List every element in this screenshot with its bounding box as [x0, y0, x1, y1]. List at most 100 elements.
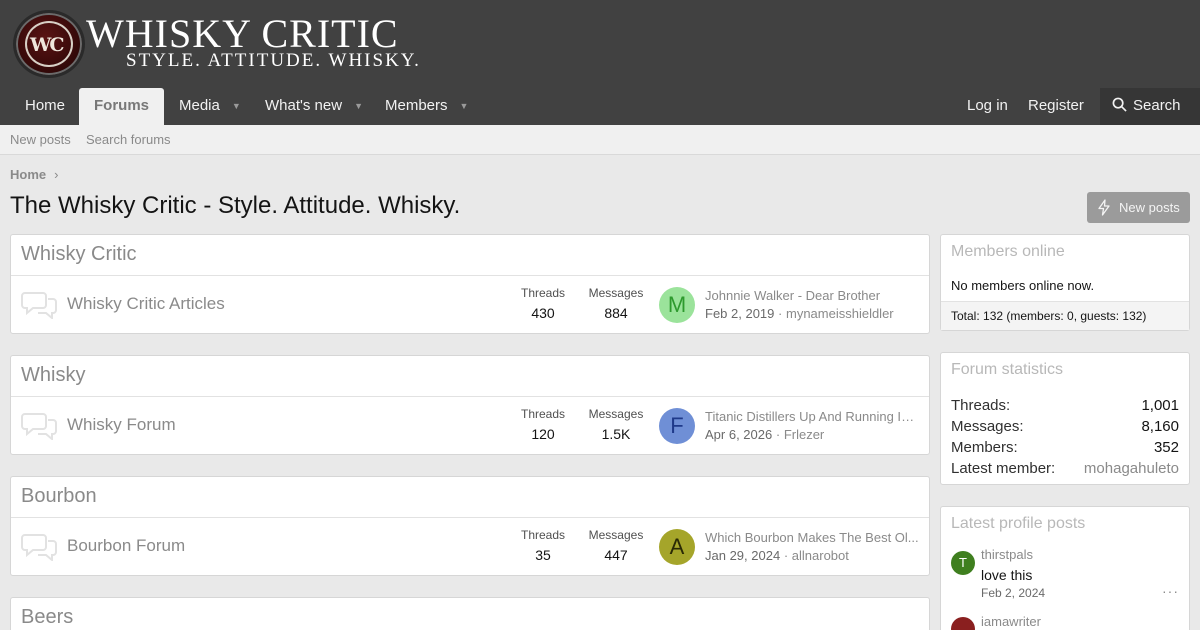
stat-value: 8,160	[1141, 418, 1179, 435]
threads-label: Threads	[520, 407, 566, 421]
threads-count: 35	[535, 547, 551, 563]
category-whisky: Whisky Whisky Forum Threads 120 Messages…	[10, 355, 930, 455]
stat-label: Threads:	[951, 397, 1011, 414]
profile-post-text: love this	[981, 567, 1033, 583]
messages-count: 884	[604, 305, 628, 321]
stat-label: Latest member:	[951, 460, 1056, 477]
chevron-down-icon[interactable]: ▼	[232, 88, 241, 124]
category-header: Whisky	[11, 356, 929, 397]
nav-members[interactable]: Members ▼	[385, 88, 468, 125]
members-online-title[interactable]: Members online	[951, 243, 1065, 261]
chevron-right-icon: ›	[54, 167, 59, 182]
threads-count: 430	[531, 305, 555, 321]
breadcrumb: Home ›	[10, 167, 58, 182]
register-label: Register	[1028, 97, 1084, 114]
subnav-search-forums[interactable]: Search forums	[86, 132, 171, 147]
search-button[interactable]: Search	[1100, 88, 1200, 125]
nav-media[interactable]: Media ▼	[179, 88, 241, 125]
avatar[interactable]: M	[659, 287, 695, 323]
stat-label: Messages:	[951, 418, 1024, 435]
messages-count: 447	[604, 547, 628, 563]
logo-monogram: WC	[30, 34, 64, 56]
stat-value: 1,001	[1141, 397, 1179, 414]
meta-separator: ·	[783, 548, 789, 563]
profile-posts-title[interactable]: Latest profile posts	[951, 515, 1085, 533]
bolt-icon	[1098, 199, 1110, 216]
messages-label: Messages	[588, 407, 644, 421]
chevron-down-icon[interactable]: ▼	[460, 88, 469, 124]
last-post-user[interactable]: allnarobot	[792, 548, 849, 563]
profile-post-user[interactable]: iamawriter	[981, 614, 1041, 629]
logo-badge[interactable]: WC	[13, 10, 85, 78]
profile-post-date[interactable]: Feb 2, 2024	[981, 586, 1045, 600]
meta-separator: ·	[775, 427, 781, 442]
last-post-date[interactable]: Jan 29, 2024	[705, 548, 780, 563]
last-post-title[interactable]: Which Bourbon Makes The Best Ol...	[705, 530, 921, 545]
category-bourbon: Bourbon Bourbon Forum Threads 35 Message…	[10, 476, 930, 576]
last-post-meta: Feb 2, 2019 · mynameisshieldler	[705, 306, 894, 321]
chevron-down-icon[interactable]: ▼	[354, 88, 363, 124]
login-label: Log in	[967, 97, 1008, 114]
category-beers: Beers	[10, 597, 930, 630]
last-post-meta: Apr 6, 2026 · Frlezer	[705, 427, 824, 442]
messages-label: Messages	[588, 528, 644, 542]
profile-posts-block: Latest profile posts T thirstpals love t…	[940, 506, 1190, 630]
nav-whats-new-label: What's new	[265, 97, 343, 114]
subnav-new-posts[interactable]: New posts	[10, 132, 71, 147]
stat-value: 352	[1153, 439, 1179, 456]
members-online-block: Members online No members online now. To…	[940, 234, 1190, 331]
category-title[interactable]: Whisky Critic	[21, 243, 137, 266]
members-online-text: No members online now.	[951, 278, 1095, 293]
sub-nav: New posts Search forums	[0, 125, 1200, 155]
nav-home[interactable]: Home	[25, 88, 65, 125]
register-link[interactable]: Register	[1028, 88, 1084, 125]
nav-members-label: Members	[385, 97, 448, 114]
avatar[interactable]: F	[659, 408, 695, 444]
avatar[interactable]: A	[659, 529, 695, 565]
nav-whats-new[interactable]: What's new ▼	[265, 88, 363, 125]
more-options-icon[interactable]: ···	[1162, 583, 1179, 599]
last-post-user[interactable]: Frlezer	[784, 427, 824, 442]
last-post-date[interactable]: Feb 2, 2019	[705, 306, 774, 321]
nav-forums[interactable]: Forums	[79, 88, 165, 125]
nav-forums-label: Forums	[94, 97, 150, 114]
last-post-date[interactable]: Apr 6, 2026	[705, 427, 772, 442]
last-post-meta: Jan 29, 2024 · allnarobot	[705, 548, 849, 563]
last-post-title[interactable]: Titanic Distillers Up And Running In ...	[705, 409, 921, 424]
threads-count: 120	[531, 426, 555, 442]
last-post-title[interactable]: Johnnie Walker - Dear Brother	[705, 288, 921, 303]
stat-row-latest-member: Latest member: mohagahuleto	[951, 460, 1179, 480]
page-title: The Whisky Critic - Style. Attitude. Whi…	[10, 192, 461, 219]
category-header: Whisky Critic	[11, 235, 929, 276]
category-header: Bourbon	[11, 477, 929, 518]
category-title[interactable]: Whisky	[21, 364, 85, 387]
forum-bubbles-icon	[21, 292, 57, 319]
stat-row-messages: Messages: 8,160	[951, 418, 1179, 438]
logo-tagline: STYLE. ATTITUDE. WHISKY.	[126, 50, 421, 71]
search-label: Search	[1133, 97, 1181, 114]
category-title[interactable]: Bourbon	[21, 485, 97, 508]
forum-title[interactable]: Whisky Critic Articles	[67, 294, 225, 314]
avatar[interactable]	[951, 617, 975, 630]
nav-media-label: Media	[179, 97, 220, 114]
login-link[interactable]: Log in	[967, 88, 1008, 125]
latest-member-link[interactable]: mohagahuleto	[1084, 460, 1179, 477]
stat-label: Members:	[951, 439, 1018, 456]
forum-bubbles-icon	[21, 413, 57, 440]
stat-row-threads: Threads: 1,001	[951, 397, 1179, 417]
last-post-user[interactable]: mynameisshieldler	[786, 306, 894, 321]
category-title[interactable]: Beers	[21, 606, 73, 629]
meta-separator: ·	[778, 306, 783, 321]
profile-post-user[interactable]: thirstpals	[981, 547, 1033, 562]
avatar[interactable]: T	[951, 551, 975, 575]
site-header: WC WHISKY CRITIC STYLE. ATTITUDE. WHISKY…	[0, 0, 1200, 88]
forum-title[interactable]: Whisky Forum	[67, 415, 176, 435]
forum-bubbles-icon	[21, 534, 57, 561]
new-posts-button[interactable]: New posts	[1087, 192, 1190, 223]
members-online-total: Total: 132 (members: 0, guests: 132)	[941, 301, 1189, 330]
stat-row-members: Members: 352	[951, 439, 1179, 459]
category-whisky-critic: Whisky Critic Whisky Critic Articles Thr…	[10, 234, 930, 334]
breadcrumb-home[interactable]: Home	[10, 167, 46, 182]
forum-statistics-title: Forum statistics	[951, 361, 1064, 378]
forum-title[interactable]: Bourbon Forum	[67, 536, 185, 556]
